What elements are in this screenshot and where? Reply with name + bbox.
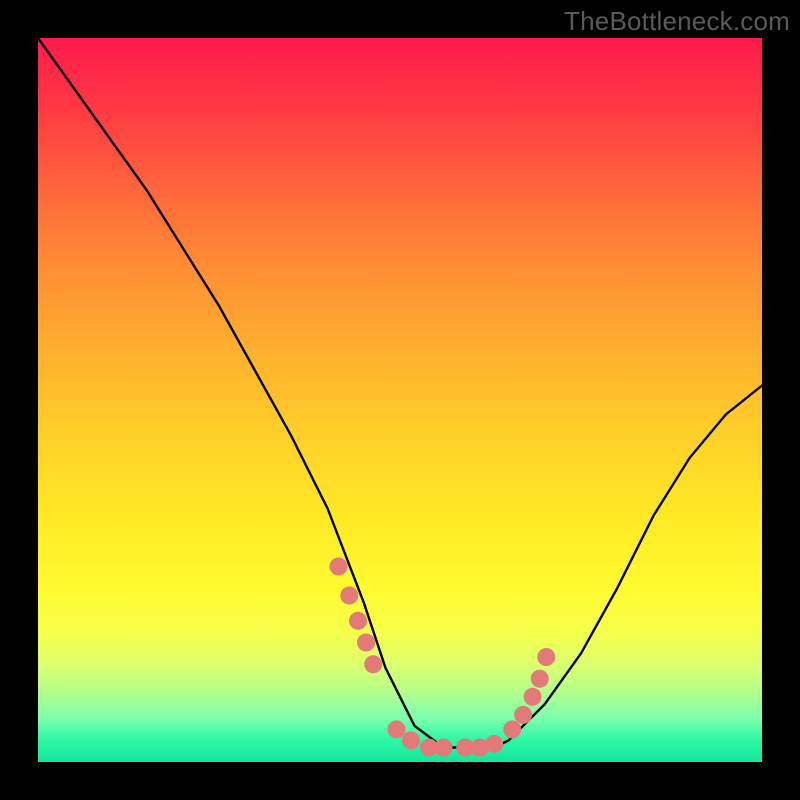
chart-canvas: TheBottleneck.com xyxy=(0,0,800,800)
watermark-text: TheBottleneck.com xyxy=(564,6,790,37)
marker-dot xyxy=(537,648,555,666)
marker-dot xyxy=(349,612,367,630)
marker-dot xyxy=(531,670,549,688)
marker-dot xyxy=(485,735,503,753)
marker-dot xyxy=(402,731,420,749)
marker-dot xyxy=(524,688,542,706)
marker-dot xyxy=(503,720,521,738)
plot-area xyxy=(38,38,762,762)
marker-dot xyxy=(357,634,375,652)
marker-dot xyxy=(387,720,405,738)
marker-dot xyxy=(340,587,358,605)
bottleneck-curve xyxy=(38,38,762,748)
marker-dot xyxy=(364,655,382,673)
marker-dot xyxy=(434,739,452,757)
marker-dot xyxy=(514,706,532,724)
curve-layer xyxy=(38,38,762,762)
marker-dot xyxy=(330,558,348,576)
